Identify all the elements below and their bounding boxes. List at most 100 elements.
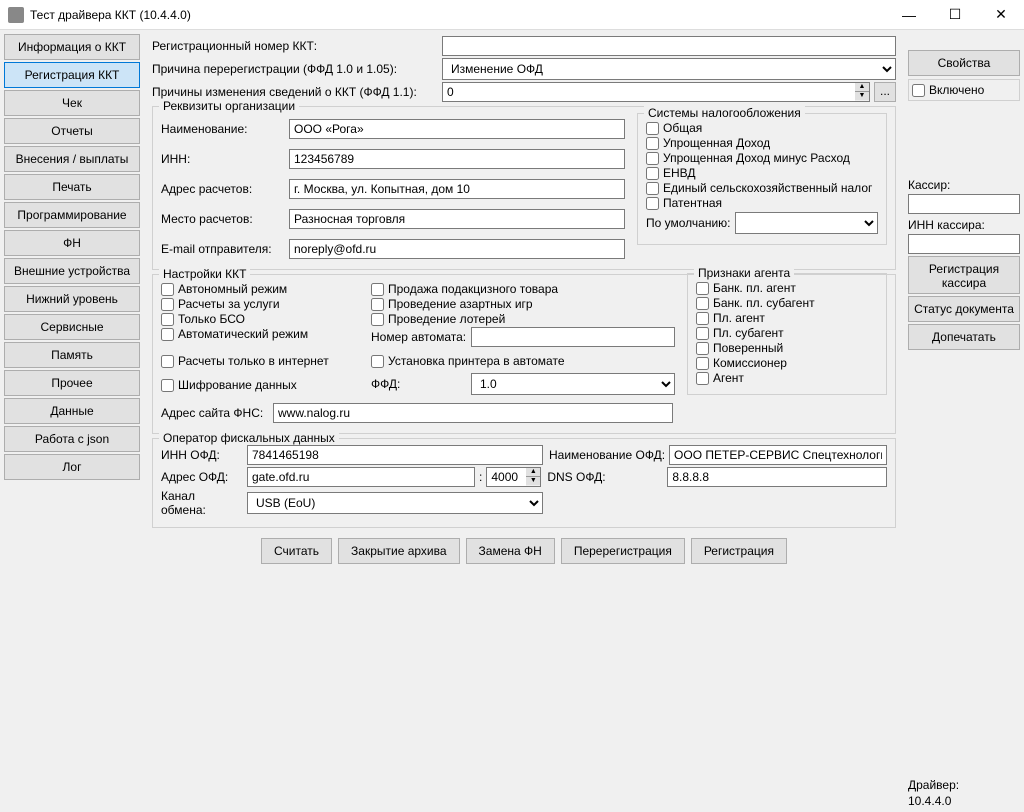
agent-item-label: Банк. пл. субагент [713, 296, 815, 310]
reg-number-input[interactable] [442, 36, 896, 56]
ofd-dns-input[interactable] [667, 467, 887, 487]
cashier-inn-input[interactable] [908, 234, 1020, 254]
cashier-input[interactable] [908, 194, 1020, 214]
encrypt-checkbox[interactable] [161, 379, 174, 392]
org-email-label: E-mail отправителя: [161, 242, 285, 256]
agent-legend: Признаки агента [694, 266, 794, 280]
tax-item-label: ЕНВД [663, 166, 696, 180]
nav-item[interactable]: Печать [4, 174, 140, 200]
ofd-channel-select[interactable]: USB (EoU) [247, 492, 543, 514]
cashier-inn-label: ИНН кассира: [908, 218, 1020, 232]
tax-item-label: Упрощенная Доход минус Расход [663, 151, 850, 165]
spin-up-icon[interactable]: ▲ [855, 83, 869, 92]
action-button[interactable]: Регистрация [691, 538, 787, 564]
ffd-select[interactable]: 1.0 [471, 373, 675, 395]
nav-item[interactable]: Внесения / выплаты [4, 146, 140, 172]
agent-checkbox[interactable] [696, 312, 709, 325]
agent-checkbox[interactable] [696, 357, 709, 370]
ofd-port-input[interactable] [486, 467, 526, 487]
app-icon [8, 7, 24, 23]
tax-checkbox[interactable] [646, 137, 659, 150]
ofd-dns-label: DNS ОФД: [547, 470, 663, 484]
agent-checkbox[interactable] [696, 297, 709, 310]
reg-number-label: Регистрационный номер ККТ: [152, 39, 438, 53]
nav-item[interactable]: Сервисные [4, 314, 140, 340]
action-button[interactable]: Замена ФН [466, 538, 555, 564]
nav-item[interactable]: Внешние устройства [4, 258, 140, 284]
enabled-checkbox[interactable] [912, 84, 925, 97]
kkt-checkbox[interactable] [371, 313, 384, 326]
tax-fieldset: Системы налогообложения ОбщаяУпрощенная … [637, 113, 887, 245]
ofd-name-label: Наименование ОФД: [549, 448, 665, 462]
properties-button[interactable]: Свойства [908, 50, 1020, 76]
fns-input[interactable] [273, 403, 673, 423]
kkt-checkbox[interactable] [371, 283, 384, 296]
org-legend: Реквизиты организации [159, 99, 299, 113]
driver-version: 10.4.4.0 [908, 794, 1020, 808]
maximize-button[interactable]: ☐ [932, 0, 978, 30]
org-name-input[interactable] [289, 119, 625, 139]
finish-print-button[interactable]: Допечатать [908, 324, 1020, 350]
tax-checkbox[interactable] [646, 197, 659, 210]
nav-item[interactable]: Память [4, 342, 140, 368]
org-name-label: Наименование: [161, 122, 285, 136]
minimize-button[interactable]: — [886, 0, 932, 30]
org-place-input[interactable] [289, 209, 625, 229]
kkt-checkbox[interactable] [161, 328, 174, 341]
agent-checkbox[interactable] [696, 342, 709, 355]
nav-item[interactable]: Нижний уровень [4, 286, 140, 312]
agent-item-label: Пл. агент [713, 311, 765, 325]
internet-only-checkbox[interactable] [161, 355, 174, 368]
org-email-input[interactable] [289, 239, 625, 259]
nav-item[interactable]: Лог [4, 454, 140, 480]
org-inn-input[interactable] [289, 149, 625, 169]
ofd-name-input[interactable] [669, 445, 887, 465]
agent-checkbox[interactable] [696, 327, 709, 340]
spin-down-icon[interactable]: ▼ [855, 92, 869, 100]
register-cashier-button[interactable]: Регистрация кассира [908, 256, 1020, 294]
nav-item[interactable]: Данные [4, 398, 140, 424]
rereg-reason-old-select[interactable]: Изменение ОФД [442, 58, 896, 80]
kkt-checkbox[interactable] [161, 298, 174, 311]
ofd-channel-label: Канал обмена: [161, 489, 243, 517]
kkt-checkbox[interactable] [161, 313, 174, 326]
action-button[interactable]: Перерегистрация [561, 538, 685, 564]
kkt-checkbox[interactable] [161, 283, 174, 296]
tax-default-label: По умолчанию: [646, 216, 731, 230]
tax-checkbox[interactable] [646, 182, 659, 195]
ofd-addr-input[interactable] [247, 467, 475, 487]
kkt-checkbox[interactable] [371, 298, 384, 311]
tax-default-select[interactable] [735, 212, 879, 234]
tax-checkbox[interactable] [646, 152, 659, 165]
nav-item[interactable]: Работа с json [4, 426, 140, 452]
tax-checkbox[interactable] [646, 122, 659, 135]
nav-item[interactable]: Чек [4, 90, 140, 116]
org-addr-input[interactable] [289, 179, 625, 199]
printer-in-machine-checkbox[interactable] [371, 355, 384, 368]
nav-item[interactable]: ФН [4, 230, 140, 256]
nav-item[interactable]: Прочее [4, 370, 140, 396]
action-button[interactable]: Закрытие архива [338, 538, 460, 564]
doc-status-button[interactable]: Статус документа [908, 296, 1020, 322]
tax-checkbox[interactable] [646, 167, 659, 180]
nav-item[interactable]: Отчеты [4, 118, 140, 144]
agent-checkbox[interactable] [696, 282, 709, 295]
right-panel: Свойства Включено Кассир: ИНН кассира: Р… [904, 30, 1024, 812]
printer-in-machine-label: Установка принтера в автомате [388, 355, 565, 367]
machine-number-input[interactable] [471, 327, 675, 347]
spin-down-icon[interactable]: ▼ [526, 477, 540, 485]
rereg-reason-ellipsis-button[interactable]: ... [874, 82, 896, 102]
close-button[interactable]: ✕ [978, 0, 1024, 30]
agent-fieldset: Признаки агента Банк. пл. агентБанк. пл.… [687, 273, 887, 395]
action-button[interactable]: Считать [261, 538, 332, 564]
agent-checkbox[interactable] [696, 372, 709, 385]
nav-item[interactable]: Регистрация ККТ [4, 62, 140, 88]
kkt-item-label: Расчеты за услуги [178, 297, 280, 311]
agent-item-label: Пл. субагент [713, 326, 784, 340]
ofd-inn-input[interactable] [247, 445, 543, 465]
spin-up-icon[interactable]: ▲ [526, 468, 540, 477]
nav-item[interactable]: Информация о ККТ [4, 34, 140, 60]
fns-label: Адрес сайта ФНС: [161, 406, 269, 420]
rereg-reason-new-input[interactable] [442, 82, 855, 102]
nav-item[interactable]: Программирование [4, 202, 140, 228]
